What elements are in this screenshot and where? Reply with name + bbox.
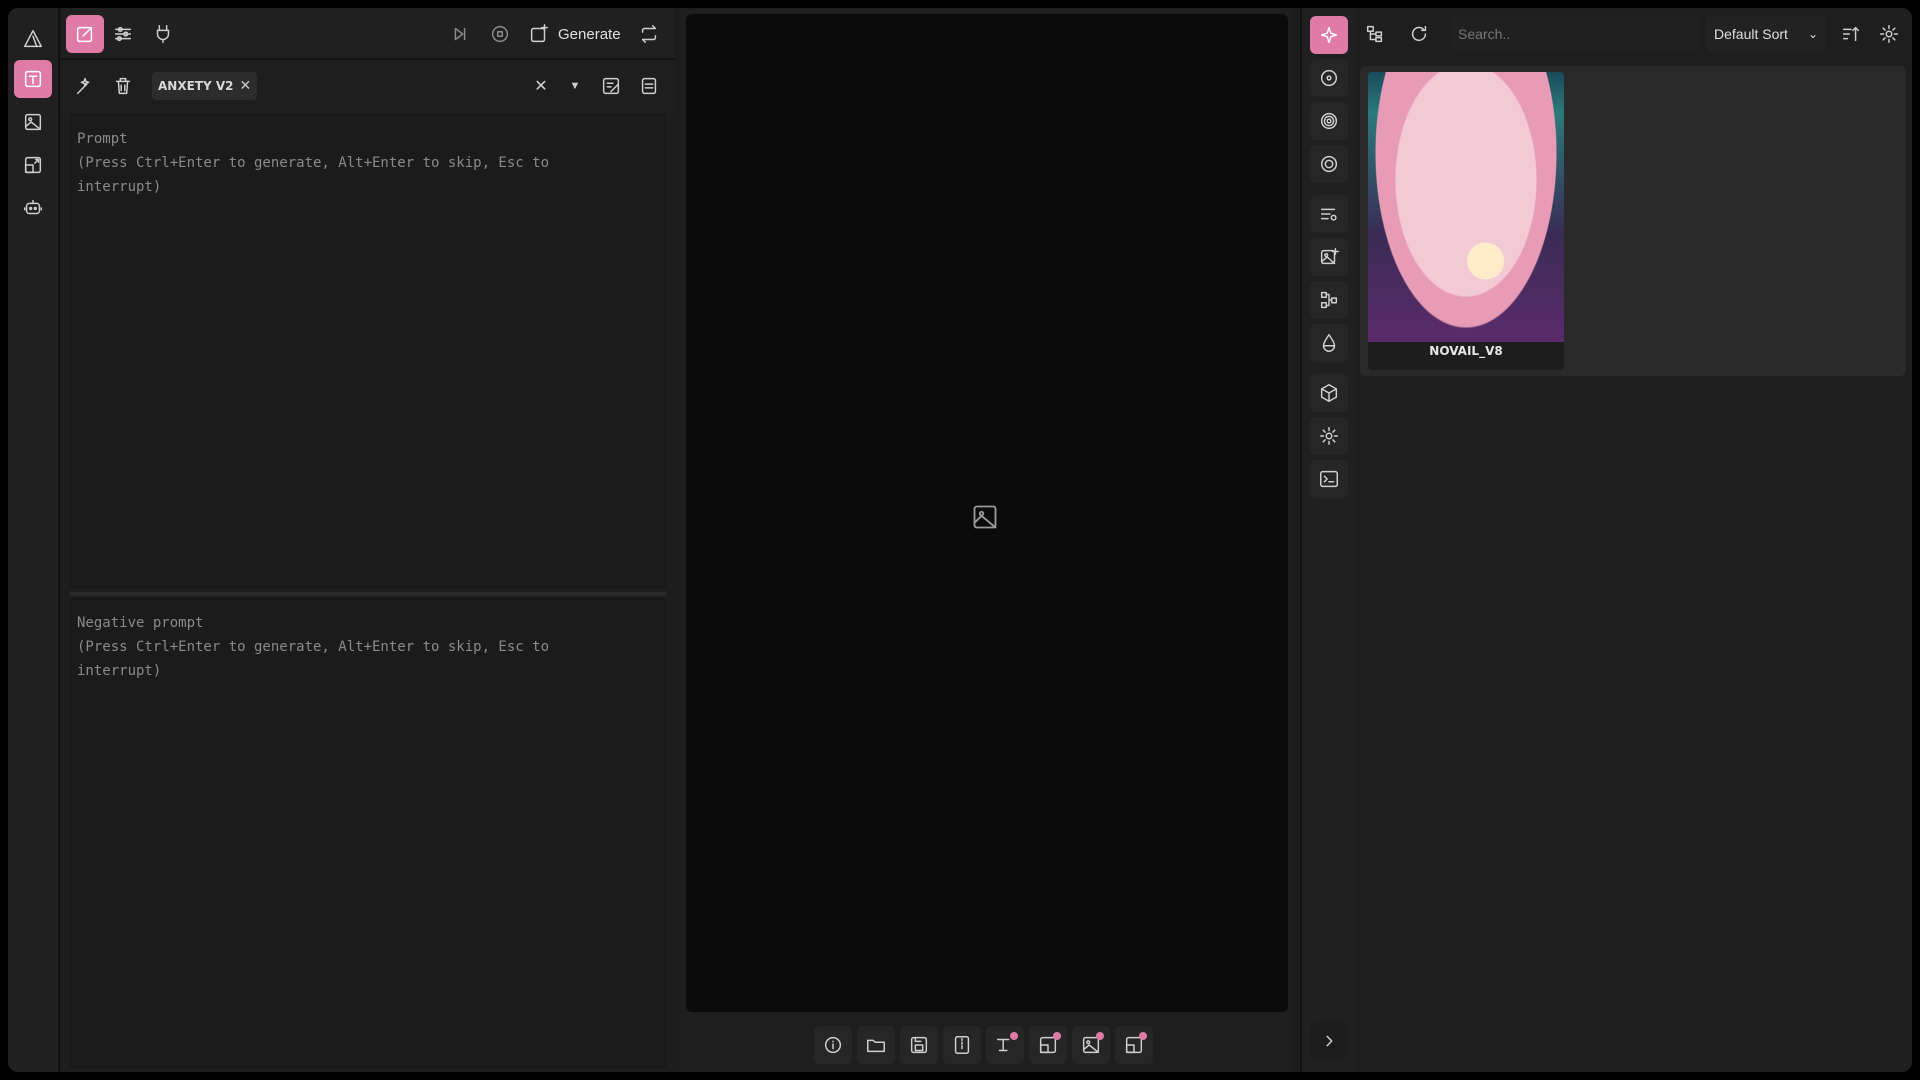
image-placeholder-icon [971, 503, 999, 531]
edit-icon[interactable] [66, 15, 104, 53]
skip-icon[interactable] [441, 15, 479, 53]
model-card[interactable]: NOVAIL_V8 [1368, 72, 1564, 370]
main-toolbar: Generate [62, 8, 674, 60]
magic-wand-icon[interactable] [66, 67, 104, 105]
remove-style-icon[interactable]: ✕ [239, 78, 251, 94]
trash-icon[interactable] [104, 67, 142, 105]
logo-icon[interactable] [14, 20, 52, 58]
terminal-icon[interactable] [1310, 460, 1348, 498]
image-icon[interactable] [14, 103, 52, 141]
model-thumbnail [1368, 72, 1564, 342]
drop-icon[interactable] [1310, 324, 1348, 362]
folder-icon[interactable] [857, 1026, 895, 1064]
bot-icon[interactable] [14, 189, 52, 227]
send-to-img2img-icon[interactable] [1072, 1026, 1110, 1064]
prompt-input[interactable]: Prompt (Press Ctrl+Enter to generate, Al… [70, 114, 666, 588]
send-to-inpaint-icon[interactable] [1115, 1026, 1153, 1064]
negative-prompt-input[interactable]: Negative prompt (Press Ctrl+Enter to gen… [70, 598, 666, 1068]
right-rail [1300, 8, 1354, 1072]
styles-toolbar: ANXETY V2 ✕ ✕ ▼ [62, 60, 674, 112]
lora-icon[interactable] [1310, 102, 1348, 140]
model-icon[interactable] [1310, 59, 1348, 97]
sliders-icon[interactable] [104, 15, 142, 53]
nodes-icon[interactable] [1310, 281, 1348, 319]
clear-styles-icon[interactable]: ✕ [522, 67, 560, 105]
generate-label: Generate [558, 25, 621, 43]
networks-toolbar: Default Sort ⌄ [1354, 8, 1912, 60]
output-column [680, 8, 1294, 1072]
expand-icon[interactable] [1310, 1022, 1348, 1060]
cube-icon[interactable] [1310, 374, 1348, 412]
plug-icon[interactable] [144, 15, 182, 53]
stop-icon[interactable] [481, 15, 519, 53]
left-rail [8, 8, 60, 1072]
apply-style-icon[interactable] [592, 67, 630, 105]
text-to-image-icon[interactable] [14, 60, 52, 98]
chevron-down-icon[interactable]: ▼ [556, 67, 594, 105]
send-to-txt2img-icon[interactable] [986, 1026, 1024, 1064]
image-add-icon[interactable] [1310, 238, 1348, 276]
tree-view-icon[interactable] [1356, 15, 1394, 53]
zip-icon[interactable] [943, 1026, 981, 1064]
settings-icon[interactable] [1310, 417, 1348, 455]
model-card-label: NOVAIL_V8 [1429, 344, 1503, 358]
send-to-extras-icon[interactable] [1029, 1026, 1067, 1064]
sparkle-icon[interactable] [1310, 16, 1348, 54]
save-icon[interactable] [900, 1026, 938, 1064]
sort-label: Default Sort [1714, 26, 1788, 42]
loop-icon[interactable] [630, 15, 668, 53]
settings-icon[interactable] [1870, 15, 1908, 53]
style-chip[interactable]: ANXETY V2 ✕ [152, 72, 258, 100]
style-chip-label: ANXETY V2 [158, 79, 234, 93]
embedding-icon[interactable] [1310, 145, 1348, 183]
search-input[interactable] [1450, 16, 1700, 52]
sort-select[interactable]: Default Sort ⌄ [1706, 16, 1826, 52]
resize-icon[interactable] [14, 146, 52, 184]
output-actions [680, 1020, 1294, 1072]
prompt-panel: Generate ANXETY V2 ✕ ✕ ▼ Prompt (Press C… [62, 8, 674, 1072]
info-icon[interactable] [814, 1026, 852, 1064]
save-style-icon[interactable] [630, 67, 668, 105]
prompt-divider[interactable] [70, 592, 666, 596]
generate-icon [528, 23, 550, 45]
refresh-icon[interactable] [1400, 15, 1438, 53]
chevron-down-icon: ⌄ [1807, 27, 1818, 41]
sort-direction-icon[interactable] [1832, 15, 1870, 53]
app-window: Generate ANXETY V2 ✕ ✕ ▼ Prompt (Press C… [8, 8, 1912, 1072]
generate-button[interactable]: Generate [524, 15, 628, 53]
list-settings-icon[interactable] [1310, 195, 1348, 233]
image-canvas[interactable] [686, 14, 1288, 1012]
networks-panel: Default Sort ⌄ NOVAIL_V8 [1354, 8, 1912, 1072]
card-grid: NOVAIL_V8 [1360, 66, 1906, 376]
